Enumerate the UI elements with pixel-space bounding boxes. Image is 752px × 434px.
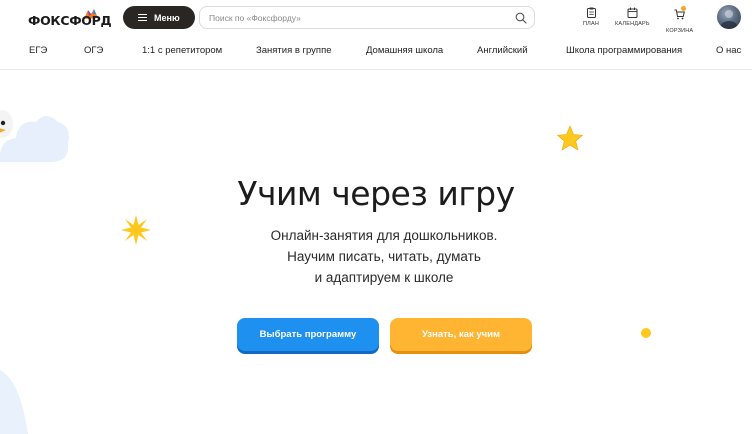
star-icon — [556, 125, 584, 151]
nav-item-group[interactable]: Занятия в группе — [256, 45, 332, 56]
search-box — [199, 6, 535, 29]
cart-button[interactable]: КОРЗИНА — [666, 6, 694, 34]
main-nav: ЕГЭ ОГЭ 1:1 с репетитором Занятия в груп… — [0, 38, 752, 70]
search-icon[interactable] — [515, 12, 527, 24]
nav-item-english[interactable]: Английский — [477, 45, 528, 56]
nav-item-home-school[interactable]: Домашняя школа — [366, 45, 443, 56]
foxford-logo[interactable]: ФОКСФОРД — [28, 8, 114, 30]
avatar-image-icon — [721, 10, 737, 29]
cart-label: КОРЗИНА — [666, 28, 694, 34]
calendar-icon — [627, 7, 638, 18]
plan-button[interactable]: ПЛАН — [583, 7, 599, 27]
cloud-mascot-icon — [0, 110, 69, 162]
nav-item-about[interactable]: О нас — [716, 45, 741, 56]
nav-item-ege[interactable]: ЕГЭ — [29, 45, 47, 56]
search-input[interactable] — [209, 12, 499, 23]
clipboard-icon — [586, 7, 596, 18]
hero-subtitle-line-1: Онлайн-занятия для дошкольников. — [270, 228, 498, 243]
calendar-button[interactable]: КАЛЕНДАРЬ — [615, 7, 650, 27]
logo-text: ФОКСФОРД — [28, 13, 112, 28]
nav-item-programming[interactable]: Школа программирования — [566, 45, 682, 56]
nav-item-tutor[interactable]: 1:1 с репетитором — [142, 45, 222, 56]
learn-how-button[interactable]: Узнать, как учим — [390, 318, 532, 351]
plan-label: ПЛАН — [583, 21, 600, 27]
cart-badge — [681, 6, 687, 11]
hero-subtitle-line-3: и адаптируем к школе — [314, 270, 454, 285]
cart-icon-wrap — [674, 6, 687, 25]
hero-title: Учим через игру — [237, 174, 515, 213]
menu-button[interactable]: Меню — [123, 6, 195, 29]
calendar-label: КАЛЕНДАРЬ — [615, 21, 650, 27]
dot-icon — [641, 328, 651, 338]
hero-subtitle-line-2: Научим писать, читать, думать — [287, 249, 481, 264]
corner-shape-icon — [0, 370, 28, 434]
hamburger-icon — [138, 14, 147, 22]
top-bar: ФОКСФОРД Меню ПЛАН КАЛЕНДАРЬ — [0, 0, 752, 36]
nav-item-oge[interactable]: ОГЭ — [84, 45, 103, 56]
menu-button-label: Меню — [154, 12, 180, 23]
user-avatar[interactable] — [717, 5, 741, 29]
choose-program-button[interactable]: Выбрать программу — [237, 318, 379, 351]
